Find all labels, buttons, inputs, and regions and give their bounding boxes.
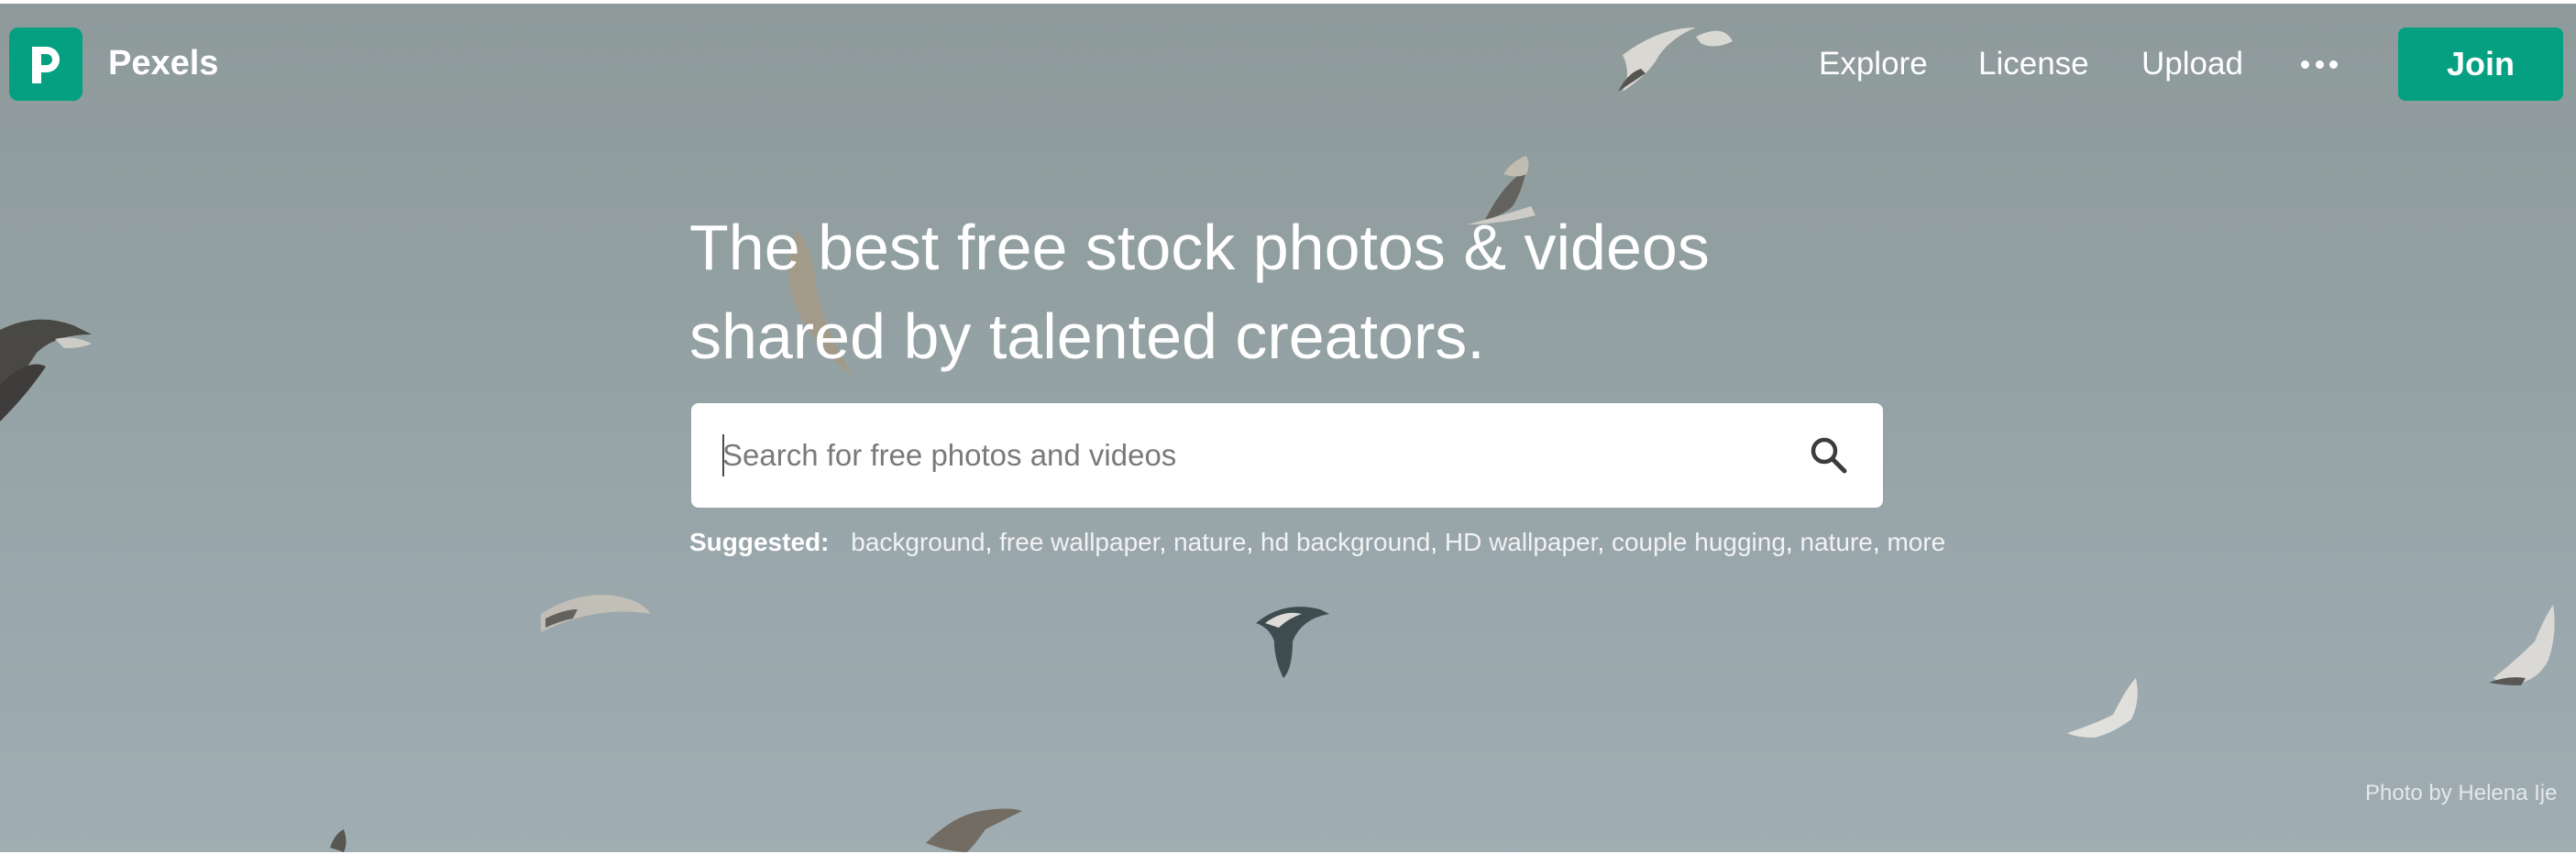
dot: [2301, 60, 2309, 69]
photo-credit-link[interactable]: Photo by Helena Ije: [2365, 781, 2557, 806]
text-caret: [722, 434, 724, 476]
hero-headline-line1: The best free stock photos & videos: [689, 212, 1710, 283]
more-horizontal-icon[interactable]: [2301, 57, 2338, 71]
suggested-item-background[interactable]: background: [851, 528, 985, 556]
suggested-item-nature-2[interactable]: nature: [1800, 528, 1872, 556]
bottom-edge: [0, 852, 2576, 865]
suggested-label: Suggested:: [689, 528, 830, 556]
suggested-item-free-wallpaper[interactable]: free wallpaper: [999, 528, 1159, 556]
search-icon[interactable]: [1808, 434, 1850, 476]
suggested-item-more[interactable]: more: [1887, 528, 1945, 556]
brand-name[interactable]: Pexels: [108, 44, 218, 83]
search-bar[interactable]: [691, 403, 1883, 508]
hero-headline-line2: shared by talented creators.: [689, 301, 1485, 372]
nav-license-link[interactable]: License: [1978, 46, 2089, 82]
hero-headline: The best free stock photos & videos shar…: [689, 203, 1789, 381]
nav-upload-link[interactable]: Upload: [2141, 46, 2243, 82]
pexels-logo[interactable]: [9, 27, 83, 101]
suggested-item-hd-wallpaper[interactable]: HD wallpaper: [1445, 528, 1598, 556]
suggested-item-hd-background[interactable]: hd background: [1260, 528, 1430, 556]
suggested-item-couple-hugging[interactable]: couple hugging: [1612, 528, 1786, 556]
suggested-item-nature[interactable]: nature: [1173, 528, 1246, 556]
dot: [2329, 60, 2338, 69]
search-input[interactable]: [722, 428, 1749, 483]
join-button[interactable]: Join: [2398, 27, 2563, 101]
nav-explore-link[interactable]: Explore: [1819, 46, 1928, 82]
dot: [2315, 60, 2324, 69]
suggested-searches: Suggested: background, free wallpaper, n…: [689, 528, 1946, 556]
top-navigation: Pexels Explore License Upload Join: [0, 0, 2576, 128]
pexels-logo-icon: [32, 47, 60, 83]
